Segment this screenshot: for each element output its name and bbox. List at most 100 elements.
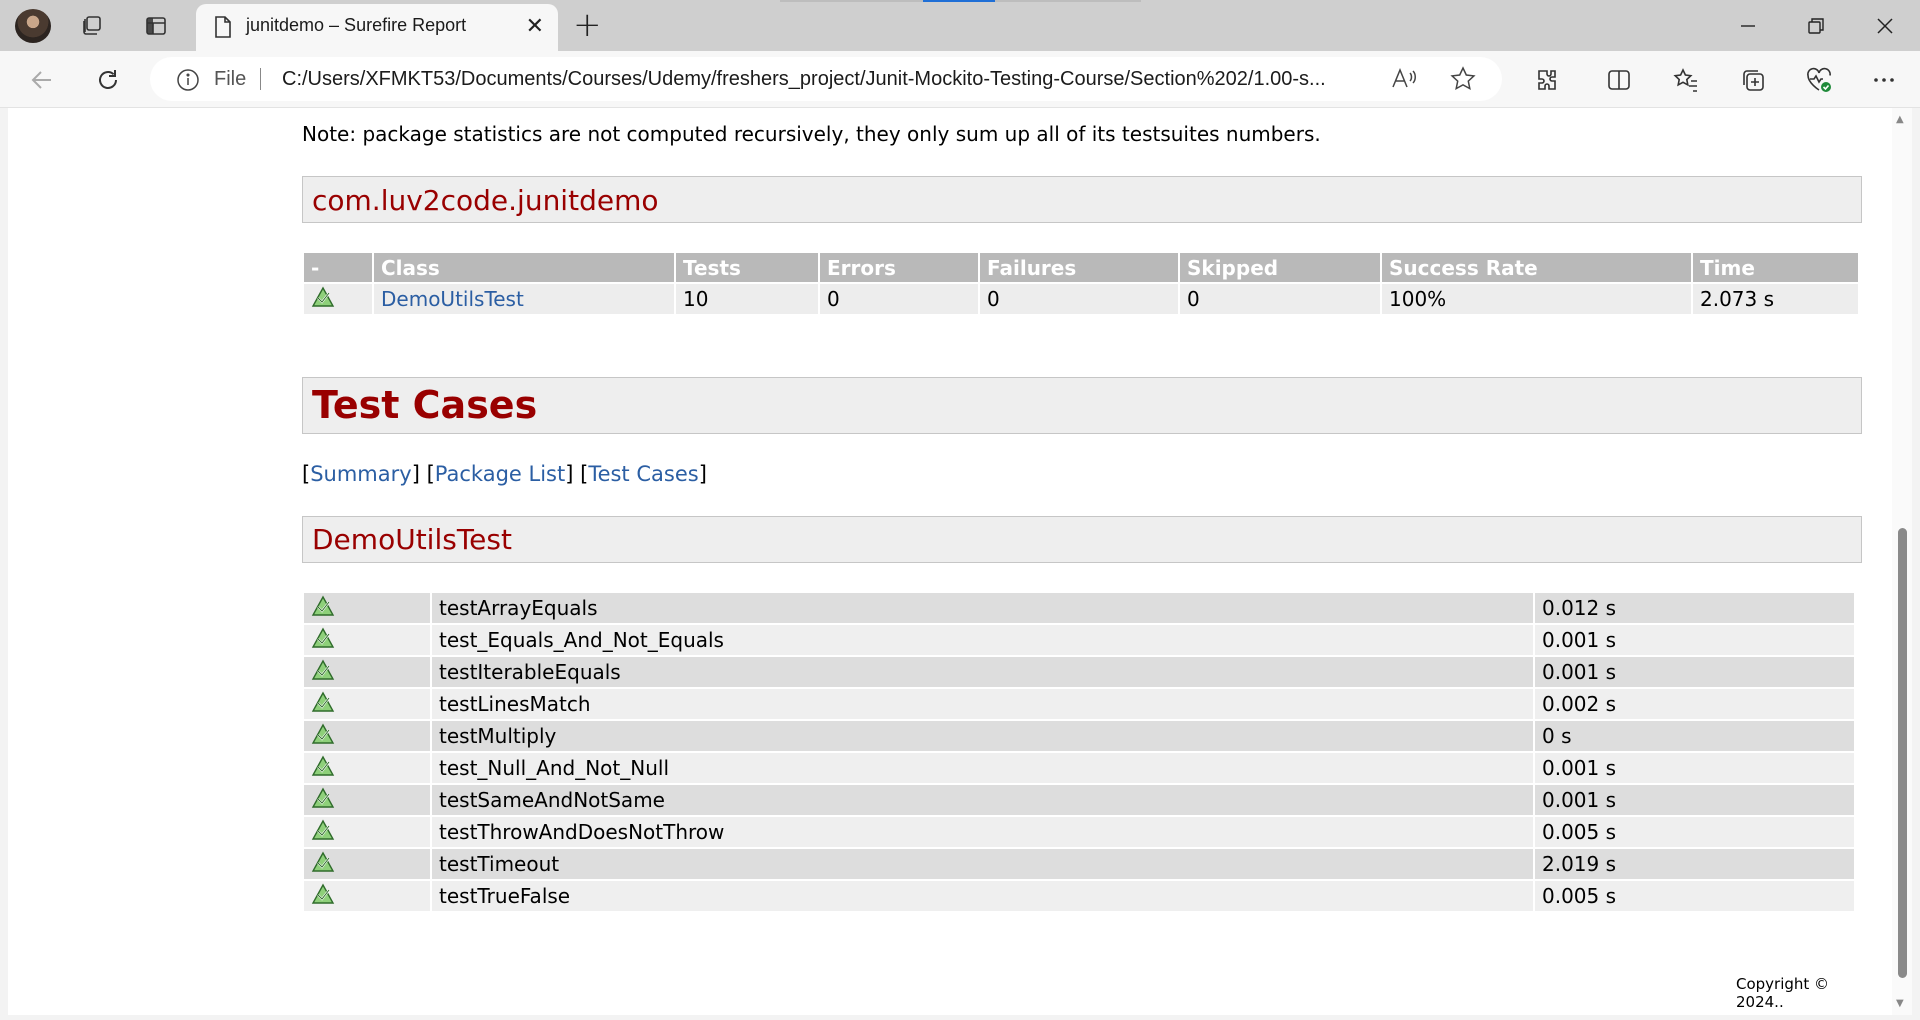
col-header-skipped: Skipped: [1180, 253, 1380, 282]
test-cases-link[interactable]: Test Cases: [588, 462, 698, 486]
favorites-icon[interactable]: [1670, 64, 1702, 96]
test-cases-heading: Test Cases: [312, 383, 538, 427]
status-cell: [304, 753, 430, 783]
status-cell: [304, 849, 430, 879]
test-time-cell: 0.012 s: [1535, 593, 1854, 623]
test-name-cell: testArrayEquals: [432, 593, 1533, 623]
test-name-cell: testThrowAndDoesNotThrow: [432, 817, 1533, 847]
test-name-cell: test_Null_And_Not_Null: [432, 753, 1533, 783]
scroll-thumb[interactable]: [1898, 528, 1907, 978]
class-heading: DemoUtilsTest: [312, 523, 512, 556]
status-cell: [304, 721, 430, 751]
test-cases-table: testArrayEquals 0.012 s test_Equals_And_No…: [302, 591, 1856, 913]
summary-link[interactable]: Summary: [310, 462, 411, 486]
more-icon[interactable]: [1868, 64, 1900, 96]
status-cell: [304, 284, 372, 314]
table-row: testArrayEquals 0.012 s: [304, 593, 1854, 623]
back-arrow-icon[interactable]: [27, 65, 57, 95]
loading-indicator-rest: [995, 0, 1141, 2]
browser-toolbar: File C:/Users/XFMKT53/Documents/Courses/…: [0, 51, 1920, 108]
class-heading-box: DemoUtilsTest: [302, 516, 1862, 563]
test-time-cell: 0.005 s: [1535, 881, 1854, 911]
test-name-cell: testMultiply: [432, 721, 1533, 751]
bracket: ]: [565, 462, 574, 486]
package-name: com.luv2code.junitdemo: [312, 184, 659, 217]
close-icon[interactable]: ✕: [526, 15, 544, 39]
browser-essentials-icon[interactable]: [1803, 64, 1835, 96]
collections-icon[interactable]: [1737, 64, 1769, 96]
success-icon: [311, 286, 335, 313]
table-row: test_Null_And_Not_Null 0.001 s: [304, 753, 1854, 783]
workspaces-icon[interactable]: [79, 13, 105, 39]
refresh-icon[interactable]: [93, 65, 123, 95]
status-cell: [304, 625, 430, 655]
class-link[interactable]: DemoUtilsTest: [381, 287, 524, 311]
split-screen-icon[interactable]: [1603, 64, 1635, 96]
page-viewport: Note: package statistics are not compute…: [8, 108, 1892, 1015]
success-icon: [311, 755, 335, 782]
col-header-errors: Errors: [820, 253, 978, 282]
success-icon: [311, 595, 335, 622]
tab-title: junitdemo – Surefire Report: [246, 15, 467, 35]
test-cases-heading-box: Test Cases: [302, 377, 1862, 434]
test-time-cell: 2.019 s: [1535, 849, 1854, 879]
success-icon: [311, 787, 335, 814]
test-time-cell: 0.002 s: [1535, 689, 1854, 719]
status-cell: [304, 817, 430, 847]
table-row: DemoUtilsTest 10 0 0 0 100% 2.073 s: [304, 284, 1858, 314]
table-row: testTrueFalse 0.005 s: [304, 881, 1854, 911]
skipped-cell: 0: [1180, 284, 1380, 314]
profile-avatar[interactable]: [15, 9, 51, 43]
test-name-cell: testTrueFalse: [432, 881, 1533, 911]
package-heading-box: com.luv2code.junitdemo: [302, 176, 1862, 223]
scroll-down-arrow-icon[interactable]: ▼: [1896, 998, 1904, 1009]
table-row: test_Equals_And_Not_Equals 0.001 s: [304, 625, 1854, 655]
star-icon[interactable]: [1449, 65, 1477, 97]
scroll-up-arrow-icon[interactable]: ▲: [1896, 114, 1904, 125]
copyright: Copyright © 2024..: [1736, 975, 1830, 1011]
table-row: testSameAndNotSame 0.001 s: [304, 785, 1854, 815]
restore-icon[interactable]: [1789, 8, 1843, 44]
tests-cell: 10: [676, 284, 818, 314]
table-row: testThrowAndDoesNotThrow 0.005 s: [304, 817, 1854, 847]
package-list-link[interactable]: Package List: [435, 462, 565, 486]
minimize-icon[interactable]: [1721, 8, 1775, 44]
success-icon: [311, 691, 335, 718]
table-row: testTimeout 2.019 s: [304, 849, 1854, 879]
success-icon: [311, 723, 335, 750]
col-header-time: Time: [1693, 253, 1858, 282]
errors-cell: 0: [820, 284, 978, 314]
col-header-tests: Tests: [676, 253, 818, 282]
class-cell[interactable]: DemoUtilsTest: [374, 284, 674, 314]
test-time-cell: 0 s: [1535, 721, 1854, 751]
status-cell: [304, 689, 430, 719]
extensions-icon[interactable]: [1531, 64, 1563, 96]
col-header-success-rate: Success Rate: [1382, 253, 1691, 282]
plus-icon[interactable]: +: [573, 8, 602, 42]
close-window-icon[interactable]: [1858, 8, 1912, 44]
col-header-failures: Failures: [980, 253, 1178, 282]
tab-surefire-report[interactable]: junitdemo – Surefire Report ✕: [196, 4, 558, 51]
tab-actions-icon[interactable]: [143, 13, 169, 39]
vertical-scrollbar[interactable]: ▲ ▼: [1892, 108, 1912, 1015]
bracket: [: [426, 462, 435, 486]
test-time-cell: 0.001 s: [1535, 657, 1854, 687]
read-aloud-icon[interactable]: [1390, 65, 1418, 97]
time-cell: 2.073 s: [1693, 284, 1858, 314]
address-bar[interactable]: File C:/Users/XFMKT53/Documents/Courses/…: [150, 57, 1502, 101]
test-time-cell: 0.001 s: [1535, 785, 1854, 815]
bracket: ]: [698, 462, 707, 486]
success-icon: [311, 627, 335, 654]
test-time-cell: 0.001 s: [1535, 753, 1854, 783]
tab-strip: junitdemo – Surefire Report ✕ +: [0, 0, 1920, 51]
success-icon: [311, 883, 335, 910]
document-icon: [214, 16, 232, 42]
test-name-cell: testTimeout: [432, 849, 1533, 879]
test-name-cell: test_Equals_And_Not_Equals: [432, 625, 1533, 655]
test-name-cell: testIterableEquals: [432, 657, 1533, 687]
table-row: testIterableEquals 0.001 s: [304, 657, 1854, 687]
report-nav: [Summary] [Package List] [Test Cases]: [302, 462, 707, 486]
info-icon[interactable]: [176, 68, 200, 96]
url-text[interactable]: C:/Users/XFMKT53/Documents/Courses/Udemy…: [282, 68, 1326, 91]
status-cell: [304, 785, 430, 815]
